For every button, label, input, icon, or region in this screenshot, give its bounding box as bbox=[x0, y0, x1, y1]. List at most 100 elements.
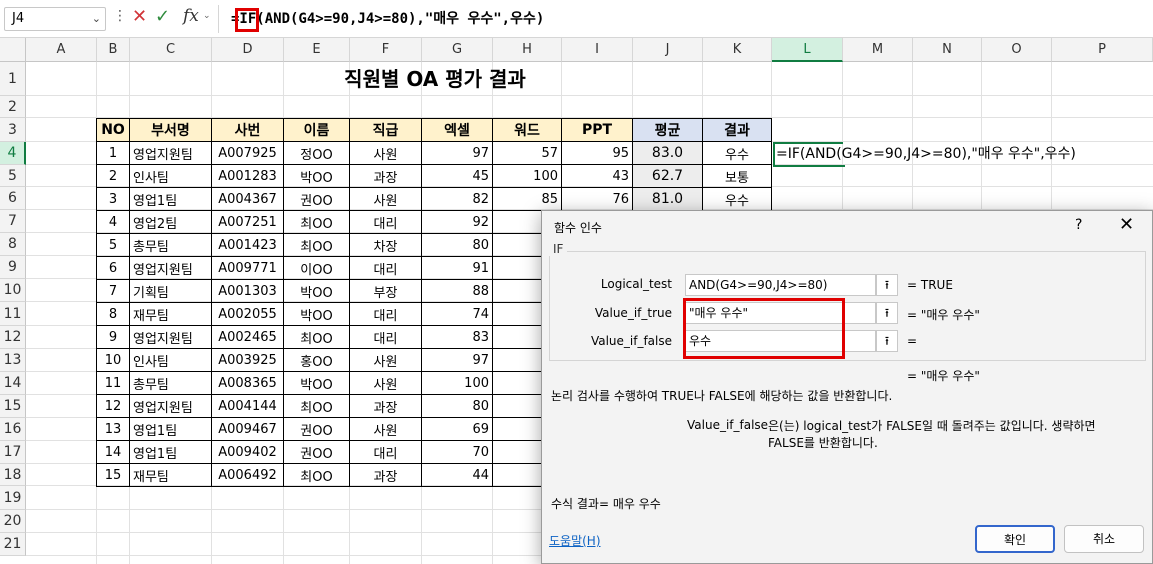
table-cell[interactable]: 인사팀 bbox=[129, 348, 212, 372]
column-header-o[interactable]: O bbox=[982, 38, 1052, 62]
row-header-9[interactable]: 9 bbox=[0, 256, 26, 279]
column-header-g[interactable]: G bbox=[422, 38, 493, 62]
column-header-n[interactable]: N bbox=[913, 38, 982, 62]
table-cell[interactable]: A001303 bbox=[211, 279, 284, 303]
column-header-m[interactable]: M bbox=[843, 38, 913, 62]
help-link[interactable]: 도움말(H) bbox=[549, 532, 601, 549]
table-header-cell[interactable]: 엑셀 bbox=[421, 118, 493, 142]
table-cell[interactable]: 대리 bbox=[349, 325, 422, 349]
table-cell[interactable]: 박OO bbox=[283, 302, 350, 326]
table-cell[interactable]: 69 bbox=[421, 417, 493, 441]
table-header-cell[interactable]: 사번 bbox=[211, 118, 284, 142]
table-cell[interactable]: 7 bbox=[96, 279, 130, 303]
table-cell[interactable]: 80 bbox=[421, 394, 493, 418]
table-cell[interactable]: 사원 bbox=[349, 141, 422, 165]
column-header-p[interactable]: P bbox=[1052, 38, 1153, 62]
table-cell[interactable]: 최OO bbox=[283, 463, 350, 487]
table-cell[interactable]: 영업지원팀 bbox=[129, 325, 212, 349]
table-cell[interactable]: 대리 bbox=[349, 256, 422, 280]
table-cell[interactable]: 영업지원팀 bbox=[129, 394, 212, 418]
table-header-cell[interactable]: 평균 bbox=[632, 118, 703, 142]
row-header-14[interactable]: 14 bbox=[0, 372, 26, 395]
column-header-d[interactable]: D bbox=[212, 38, 284, 62]
formula-input[interactable]: =IF(AND(G4>=90,J4>=80),"매우 우수",우수) bbox=[218, 5, 1153, 33]
table-cell[interactable]: 100 bbox=[421, 371, 493, 395]
table-cell[interactable]: 박OO bbox=[283, 371, 350, 395]
table-cell[interactable]: 대리 bbox=[349, 440, 422, 464]
collapse-dialog-icon[interactable]: ⭱ bbox=[876, 330, 898, 352]
table-cell[interactable]: 정OO bbox=[283, 141, 350, 165]
cancel-formula-icon[interactable]: ✕ bbox=[132, 6, 147, 27]
table-cell[interactable]: 83 bbox=[421, 325, 493, 349]
table-cell[interactable]: 과장 bbox=[349, 164, 422, 188]
table-cell[interactable]: 영업지원팀 bbox=[129, 141, 212, 165]
table-cell[interactable]: 박OO bbox=[283, 279, 350, 303]
row-header-19[interactable]: 19 bbox=[0, 486, 26, 510]
row-header-5[interactable]: 5 bbox=[0, 165, 26, 187]
table-cell[interactable]: 70 bbox=[421, 440, 493, 464]
column-header-e[interactable]: E bbox=[284, 38, 350, 62]
table-cell[interactable]: 영업1팀 bbox=[129, 440, 212, 464]
table-cell[interactable]: 74 bbox=[421, 302, 493, 326]
ok-button[interactable]: 확인 bbox=[975, 525, 1055, 553]
table-cell[interactable]: 1 bbox=[96, 141, 130, 165]
table-header-cell[interactable]: 이름 bbox=[283, 118, 350, 142]
table-cell[interactable]: 과장 bbox=[349, 394, 422, 418]
table-header-cell[interactable]: 결과 bbox=[702, 118, 772, 142]
table-cell[interactable]: 과장 bbox=[349, 463, 422, 487]
row-header-11[interactable]: 11 bbox=[0, 302, 26, 326]
table-cell[interactable]: 11 bbox=[96, 371, 130, 395]
close-icon[interactable]: ✕ bbox=[1119, 214, 1134, 235]
collapse-dialog-icon[interactable]: ⭱ bbox=[876, 274, 898, 296]
table-cell[interactable]: 85 bbox=[492, 187, 562, 211]
name-box[interactable]: J4 ⌄ bbox=[4, 7, 106, 31]
table-cell[interactable]: 8 bbox=[96, 302, 130, 326]
table-cell[interactable]: 80 bbox=[421, 233, 493, 257]
table-cell[interactable]: 91 bbox=[421, 256, 493, 280]
table-cell[interactable]: A006492 bbox=[211, 463, 284, 487]
table-cell[interactable]: A009467 bbox=[211, 417, 284, 441]
table-cell[interactable]: 10 bbox=[96, 348, 130, 372]
table-cell[interactable]: 97 bbox=[421, 348, 493, 372]
table-header-cell[interactable]: 워드 bbox=[492, 118, 562, 142]
table-cell[interactable]: A004144 bbox=[211, 394, 284, 418]
table-cell[interactable]: 보통 bbox=[702, 164, 772, 188]
table-cell[interactable]: A001423 bbox=[211, 233, 284, 257]
table-cell[interactable]: 권OO bbox=[283, 187, 350, 211]
table-cell[interactable]: 최OO bbox=[283, 394, 350, 418]
table-cell[interactable]: 사원 bbox=[349, 187, 422, 211]
table-cell[interactable]: 45 bbox=[421, 164, 493, 188]
row-header-18[interactable]: 18 bbox=[0, 464, 26, 486]
table-cell[interactable]: 3 bbox=[96, 187, 130, 211]
table-cell[interactable]: A007251 bbox=[211, 210, 284, 234]
chevron-down-icon[interactable]: ⌄ bbox=[203, 11, 211, 21]
table-cell[interactable]: 95 bbox=[561, 141, 633, 165]
table-cell[interactable]: 57 bbox=[492, 141, 562, 165]
row-header-20[interactable]: 20 bbox=[0, 510, 26, 533]
help-icon[interactable]: ? bbox=[1075, 217, 1082, 233]
row-header-1[interactable]: 1 bbox=[0, 62, 26, 96]
table-cell[interactable]: 6 bbox=[96, 256, 130, 280]
row-header-2[interactable]: 2 bbox=[0, 96, 26, 118]
table-cell[interactable]: 76 bbox=[561, 187, 633, 211]
table-cell[interactable]: 홍OO bbox=[283, 348, 350, 372]
table-cell[interactable]: 영업1팀 bbox=[129, 417, 212, 441]
confirm-formula-icon[interactable]: ✓ bbox=[155, 6, 170, 27]
logical-test-input[interactable]: AND(G4>=90,J4>=80) bbox=[685, 274, 876, 296]
column-header-a[interactable]: A bbox=[26, 38, 97, 62]
collapse-dialog-icon[interactable]: ⭱ bbox=[876, 302, 898, 324]
table-cell[interactable]: 100 bbox=[492, 164, 562, 188]
table-cell[interactable]: 총무팀 bbox=[129, 371, 212, 395]
table-cell[interactable]: A007925 bbox=[211, 141, 284, 165]
table-cell[interactable]: A009771 bbox=[211, 256, 284, 280]
table-cell[interactable]: 12 bbox=[96, 394, 130, 418]
table-cell[interactable]: 부장 bbox=[349, 279, 422, 303]
table-cell[interactable]: 사원 bbox=[349, 348, 422, 372]
table-cell[interactable]: 사원 bbox=[349, 371, 422, 395]
table-cell[interactable]: 14 bbox=[96, 440, 130, 464]
more-options-icon[interactable]: ⋮ bbox=[113, 8, 127, 24]
table-header-cell[interactable]: NO bbox=[96, 118, 130, 142]
column-header-h[interactable]: H bbox=[493, 38, 562, 62]
table-cell[interactable]: 권OO bbox=[283, 417, 350, 441]
table-cell[interactable]: 차장 bbox=[349, 233, 422, 257]
